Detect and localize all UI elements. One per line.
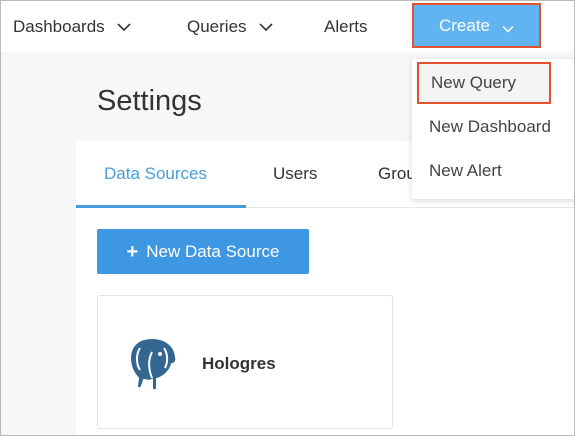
nav-dashboards[interactable]: Dashboards — [13, 1, 131, 52]
chevron-down-icon — [117, 20, 131, 34]
tab-label: Users — [273, 164, 318, 183]
data-source-card[interactable]: Hologres — [97, 295, 393, 429]
app-window: Dashboards Queries Alerts Create New Que… — [0, 0, 575, 436]
create-button-label: Create — [438, 15, 491, 35]
chevron-down-icon — [258, 20, 273, 34]
menu-item-new-dashboard[interactable]: New Dashboard — [412, 107, 574, 147]
nav-queries-label: Queries — [187, 16, 247, 36]
nav-alerts[interactable]: Alerts — [324, 1, 367, 52]
chevron-down-icon — [502, 20, 514, 33]
menu-item-new-alert[interactable]: New Alert — [412, 151, 574, 191]
nav-alerts-label: Alerts — [324, 16, 368, 36]
create-dropdown-menu: New Query New Dashboard New Alert — [412, 59, 574, 199]
menu-item-label: New Alert — [429, 161, 502, 180]
postgresql-elephant-icon — [124, 334, 180, 392]
active-tab-indicator — [76, 205, 246, 208]
new-data-source-label: New Data Source — [146, 241, 280, 261]
data-source-name: Hologres — [202, 354, 276, 373]
create-button[interactable]: Create — [412, 3, 541, 48]
plus-icon: + — [126, 240, 139, 263]
new-data-source-button[interactable]: + New Data Source — [97, 229, 309, 274]
tab-data-sources[interactable]: Data Sources — [104, 141, 207, 207]
top-nav: Dashboards Queries Alerts Create — [1, 1, 574, 52]
nav-queries[interactable]: Queries — [187, 1, 273, 52]
page-title: Settings — [97, 85, 202, 117]
menu-item-new-query[interactable]: New Query — [417, 62, 551, 104]
menu-item-label: New Query — [431, 73, 517, 92]
nav-dashboards-label: Dashboards — [13, 16, 105, 36]
menu-item-label: New Dashboard — [429, 117, 551, 136]
tab-label: Data Sources — [104, 164, 207, 183]
tab-users[interactable]: Users — [273, 141, 317, 207]
